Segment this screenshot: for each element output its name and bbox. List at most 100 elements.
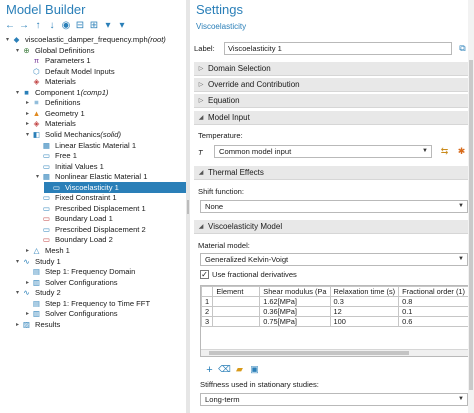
collapse-toggle-icon[interactable]: ▸ <box>14 321 21 328</box>
collapse-all-icon[interactable]: ⊟ <box>74 20 86 32</box>
open-folder-icon[interactable]: ▰ <box>233 363 246 376</box>
tree-item[interactable]: ▭ Free 1 <box>34 150 77 161</box>
table-cell[interactable]: 0.3 <box>329 296 400 307</box>
tree-item[interactable]: ▾ ⊕ Global Definitions <box>14 45 95 56</box>
table-row[interactable]: 3 0.75[MPa] 100 0.6 <box>201 316 469 327</box>
table-row[interactable]: 1 1.62[MPa] 0.3 0.8 <box>201 296 469 307</box>
more-icon[interactable]: ▾ <box>116 20 128 32</box>
section-equation[interactable]: ▷ Equation <box>194 94 472 108</box>
tree-item[interactable]: ▾ ◧ Solid Mechanics (solid) <box>24 129 121 140</box>
tree-item[interactable]: ⬡ Default Model Inputs <box>24 66 114 77</box>
table-cell[interactable]: 1.62[MPa] <box>259 296 331 307</box>
expand-toggle-icon[interactable]: ▾ <box>34 173 41 180</box>
tree-item[interactable]: ▸ ◈ Materials <box>24 118 76 129</box>
tree-item[interactable]: ▸ ≡ Definitions <box>24 97 80 108</box>
tree-item[interactable]: ▸ ▥ Solver Configurations <box>24 277 118 288</box>
add-row-icon[interactable]: + <box>203 363 216 376</box>
tree-item[interactable]: ▭ Initial Values 1 <box>34 161 104 172</box>
tree-item[interactable]: ▭ Prescribed Displacement 1 <box>34 203 146 214</box>
expand-toggle-icon[interactable]: ▾ <box>4 36 11 43</box>
expand-toggle-icon[interactable]: ▾ <box>14 47 21 54</box>
collapse-toggle-icon[interactable]: ▸ <box>24 120 31 127</box>
tree-item[interactable]: ◈ Materials <box>24 76 76 87</box>
results-icon: ▨ <box>22 319 31 329</box>
tree-item[interactable]: π Parameters 1 <box>24 55 91 66</box>
move-down-icon[interactable]: ↓ <box>46 20 58 32</box>
chevron-down-icon: ◢ <box>198 170 204 176</box>
collapse-toggle-icon[interactable]: ▸ <box>24 310 31 317</box>
collapse-toggle-icon[interactable]: ▸ <box>24 247 31 254</box>
tree-item[interactable]: ▦ Linear Elastic Material 1 <box>34 140 136 151</box>
tree-item[interactable]: ▭ Boundary Load 2 <box>34 234 113 245</box>
save-icon[interactable]: ▣ <box>248 363 261 376</box>
table-cell[interactable]: 12 <box>329 306 400 317</box>
expand-all-icon[interactable]: ⊞ <box>88 20 100 32</box>
filter-icon[interactable]: ▾ <box>102 20 114 32</box>
tree-item[interactable]: ▸ ▨ Results <box>14 319 60 330</box>
study-step-icon: ▤ <box>32 298 41 308</box>
expand-toggle-icon[interactable]: ▾ <box>24 131 31 138</box>
table-cell[interactable]: 0.6 <box>398 316 469 327</box>
forward-arrow-icon[interactable]: → <box>18 20 30 32</box>
table-cell[interactable]: 0.75[MPa] <box>259 316 331 327</box>
tree-item[interactable]: ▭ Viscoelasticity 1 <box>44 181 186 193</box>
material-model-select[interactable]: Generalized Kelvin-Voigt ▼ <box>200 253 468 266</box>
section-viscoelasticity-model[interactable]: ◢ Viscoelasticity Model <box>194 220 472 234</box>
back-arrow-icon[interactable]: ← <box>4 20 16 32</box>
expand-toggle-icon[interactable]: ▾ <box>14 258 21 265</box>
tree-item[interactable]: ▤ Step 1: Frequency Domain <box>24 266 135 277</box>
collapse-toggle-icon[interactable]: ▸ <box>24 99 31 106</box>
temperature-select[interactable]: Common model input ▼ <box>214 145 432 158</box>
splitter-grip[interactable] <box>187 200 189 214</box>
tree-item[interactable]: ▾ ◆ viscoelastic_damper_frequency.mph (roo… <box>4 34 166 45</box>
tree-item[interactable]: ▾ ∿ Study 2 <box>14 287 61 298</box>
tree-item[interactable]: ▭ Prescribed Displacement 2 <box>34 224 146 235</box>
displacement-icon: ▭ <box>42 203 51 213</box>
section-model-input[interactable]: ◢ Model Input <box>194 111 472 125</box>
table-row[interactable]: 2 0.36[MPa] 12 0.1 <box>201 306 469 317</box>
tree-item[interactable]: ▸ ▥ Solver Configurations <box>24 308 118 319</box>
table-cell[interactable]: 0.1 <box>398 306 469 317</box>
tree-item[interactable]: ▸ ▲ Geometry 1 <box>24 108 85 119</box>
collapse-toggle-icon[interactable]: ▸ <box>24 279 31 286</box>
stiffness-select[interactable]: Long-term ▼ <box>200 393 468 406</box>
label-field[interactable]: Viscoelasticity 1 <box>224 41 452 55</box>
table-cell: 2 <box>201 306 214 317</box>
solid-mechanics-icon: ◧ <box>32 129 41 139</box>
tree-item[interactable]: ▤ Step 1: Frequency to Time FFT <box>24 298 150 309</box>
tree-item[interactable]: ▾ ▦ Nonlinear Elastic Material 1 <box>34 171 147 182</box>
settings-vertical-scrollbar[interactable] <box>468 0 474 413</box>
section-thermal-effects[interactable]: ◢ Thermal Effects <box>194 166 472 180</box>
fractional-checkbox[interactable]: ✓ <box>200 270 209 279</box>
stiffness-caption: Stiffness used in stationary studies: <box>200 380 319 389</box>
section-domain-selection[interactable]: ▷ Domain Selection <box>194 62 472 76</box>
material-model-icon: ▦ <box>42 172 51 182</box>
parameters-icon: π <box>33 56 40 66</box>
tree-item-label: Free 1 <box>55 151 77 161</box>
scrollbar-thumb[interactable] <box>209 351 409 355</box>
section-override[interactable]: ▷ Override and Contribution <box>194 78 472 92</box>
scrollbar-thumb[interactable] <box>469 60 473 390</box>
tree-item[interactable]: ▾ ∿ Study 1 <box>14 256 61 267</box>
tree-item[interactable]: ▭ Boundary Load 1 <box>34 213 113 224</box>
table-cell[interactable]: 100 <box>329 316 400 327</box>
move-up-icon[interactable]: ↑ <box>32 20 44 32</box>
shift-function-select[interactable]: None ▼ <box>200 200 468 213</box>
expand-toggle-icon[interactable]: ▾ <box>14 289 21 296</box>
create-model-input-icon[interactable]: ✱ <box>455 145 468 158</box>
stiffness-value: Long-term <box>205 395 240 404</box>
tree-item-label: Study 1 <box>35 256 61 266</box>
tree-item[interactable]: ▭ Fixed Constraint 1 <box>34 192 117 203</box>
go-to-source-icon[interactable]: ⇆ <box>438 145 451 158</box>
tree-item-label: Prescribed Displacement 2 <box>55 224 146 234</box>
expand-toggle-icon[interactable]: ▾ <box>14 89 21 96</box>
label-row: Label: Viscoelasticity 1 ⧉ <box>194 41 472 55</box>
collapse-toggle-icon[interactable]: ▸ <box>24 110 31 117</box>
tree-item[interactable]: ▸ △ Mesh 1 <box>24 245 70 256</box>
show-icon[interactable]: ◉ <box>60 20 72 32</box>
tree-item[interactable]: ▾ ■ Component 1 (comp1) <box>14 87 108 98</box>
table-cell[interactable]: 0.8 <box>398 296 469 307</box>
table-cell[interactable]: 0.36[MPa] <box>259 306 331 317</box>
table-horizontal-scrollbar[interactable] <box>201 349 469 356</box>
clear-table-icon[interactable]: ⌫ <box>218 363 231 376</box>
